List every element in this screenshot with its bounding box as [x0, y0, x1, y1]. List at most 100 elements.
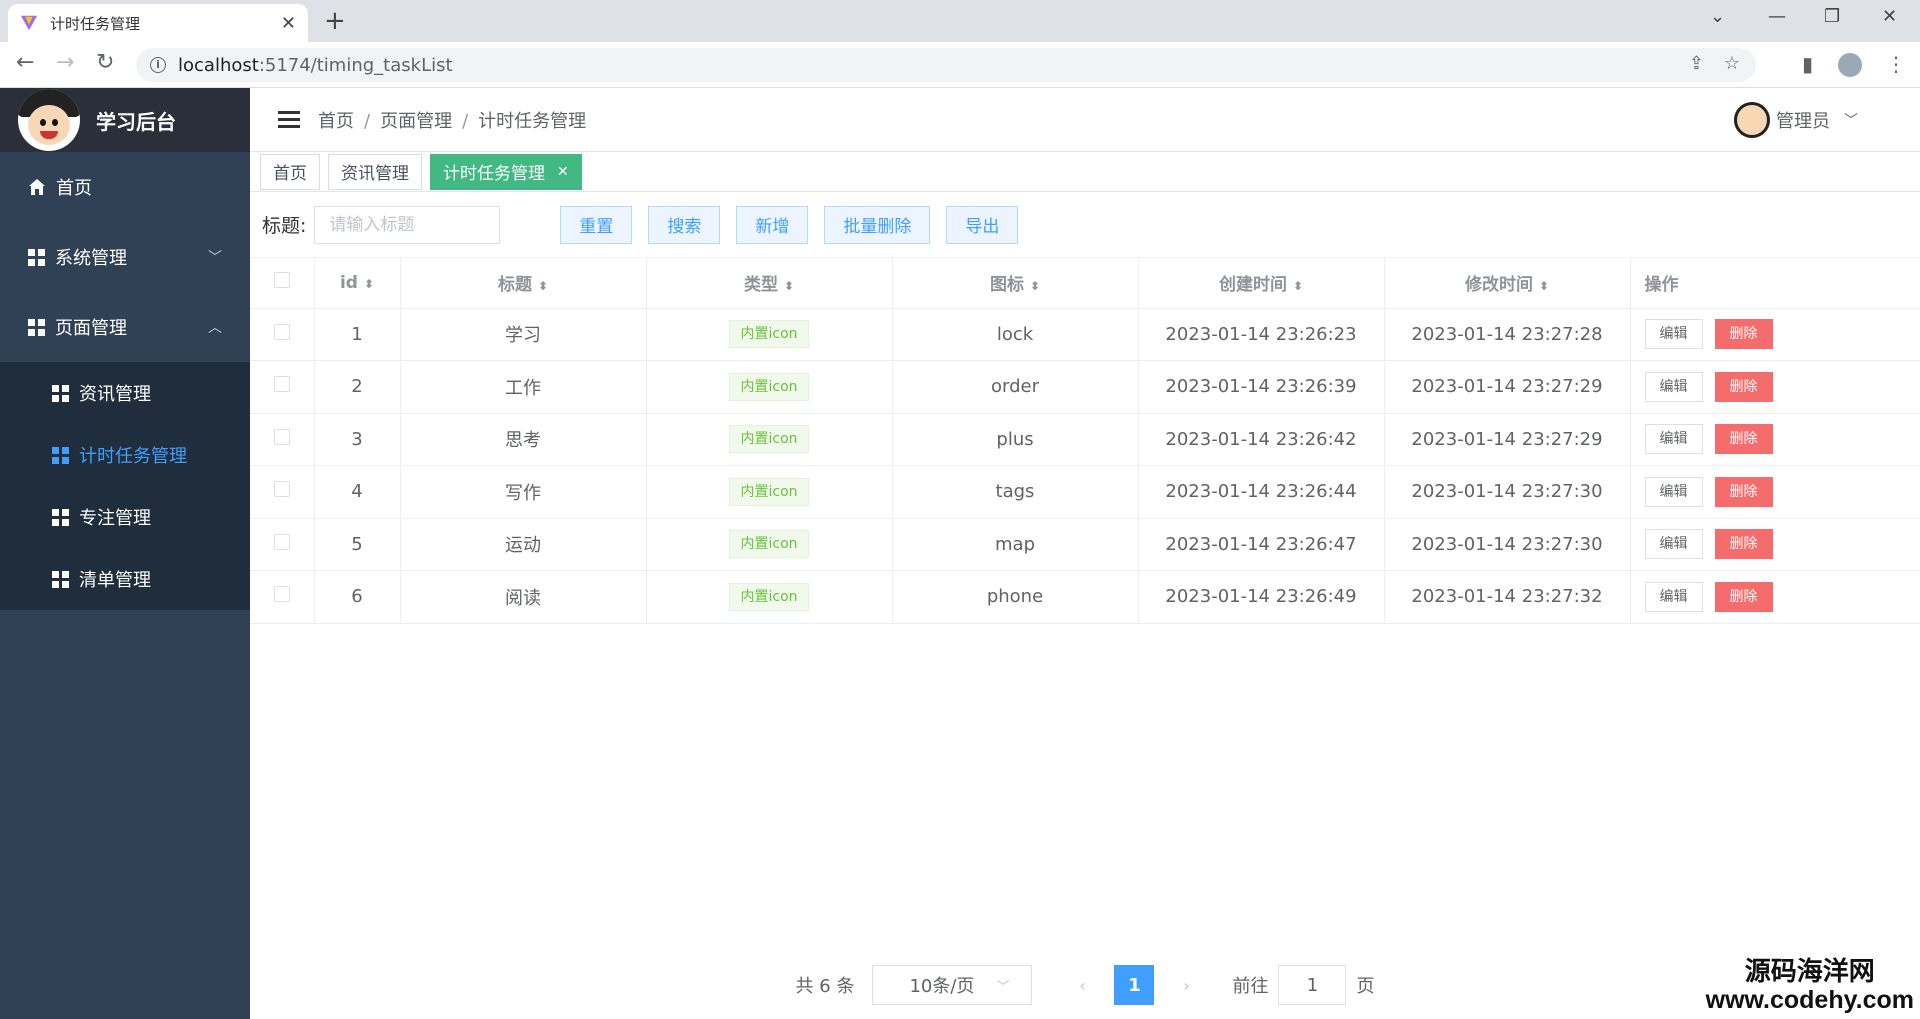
column-header-title[interactable]: 标题 ⬍ — [400, 258, 647, 309]
grid-icon — [28, 318, 45, 336]
column-header-id[interactable]: id ⬍ — [314, 258, 401, 309]
minimize-icon[interactable]: — — [1768, 6, 1786, 27]
restore-icon[interactable]: ❐ — [1824, 6, 1840, 27]
type-tag: 内置icon — [729, 477, 809, 506]
batch-delete-button[interactable]: 批量删除 — [824, 205, 931, 244]
sort-icon[interactable]: ⬍ — [1539, 279, 1549, 293]
delete-button[interactable]: 删除 — [1714, 371, 1773, 402]
tag-timing-task[interactable]: 计时任务管理 ✕ — [430, 153, 582, 190]
cell-title: 运动 — [400, 518, 647, 571]
hamburger-icon[interactable] — [278, 107, 300, 132]
cell-id: 3 — [314, 413, 401, 466]
grid-icon — [28, 248, 45, 266]
delete-button[interactable]: 删除 — [1714, 581, 1773, 612]
page-number-current[interactable]: 1 — [1114, 965, 1155, 1005]
sidebar-subitem-news[interactable]: 资讯管理 — [0, 362, 250, 424]
page-size-value: 10条/页 — [909, 976, 975, 997]
url-host: localhost — [178, 54, 259, 76]
column-header-icon[interactable]: 图标 ⬍ — [892, 258, 1139, 309]
pagination-total: 共 6 条 — [795, 976, 855, 997]
row-checkbox[interactable] — [273, 428, 290, 445]
bookmark-star-icon[interactable]: ☆ — [1724, 53, 1740, 74]
title-label: 标题: — [262, 215, 307, 237]
watermark-en: www.codehy.com — [1705, 985, 1914, 1014]
title-search-input[interactable] — [314, 205, 501, 244]
select-all-checkbox[interactable] — [273, 272, 290, 289]
delete-button[interactable]: 删除 — [1714, 424, 1773, 455]
sidebar-subitem-label: 资讯管理 — [79, 384, 151, 405]
url-field[interactable]: i localhost:5174/timing_taskList ⇪ ☆ — [136, 48, 1756, 82]
column-header-modified[interactable]: 修改时间 ⬍ — [1384, 258, 1631, 309]
sidebar-item-system[interactable]: 系统管理 ﹀ — [0, 222, 250, 292]
select-all-cell — [250, 258, 315, 309]
goto-page-input[interactable] — [1278, 965, 1347, 1005]
edit-button[interactable]: 编辑 — [1644, 529, 1703, 560]
browser-menu-icon[interactable]: ⋮ — [1886, 52, 1906, 76]
cell-created: 2023-01-14 23:26:42 — [1138, 413, 1385, 466]
add-button[interactable]: 新增 — [736, 205, 809, 244]
row-checkbox[interactable] — [273, 533, 290, 550]
share-icon[interactable]: ⇪ — [1689, 53, 1704, 74]
back-icon[interactable]: ← — [16, 50, 34, 75]
page-size-select[interactable]: 10条/页 ﹀ — [872, 965, 1033, 1005]
search-button[interactable]: 搜索 — [648, 205, 721, 244]
row-checkbox[interactable] — [273, 323, 290, 340]
sidebar-subitem-label: 清单管理 — [79, 570, 151, 591]
reset-button[interactable]: 重置 — [560, 205, 633, 244]
delete-button[interactable]: 删除 — [1714, 476, 1773, 507]
export-button[interactable]: 导出 — [946, 205, 1019, 244]
edit-button[interactable]: 编辑 — [1644, 319, 1703, 350]
row-checkbox[interactable] — [273, 586, 290, 603]
sidebar-subitem-timing-task[interactable]: 计时任务管理 — [0, 424, 250, 486]
logo: 学习后台 — [0, 88, 250, 152]
edit-button[interactable]: 编辑 — [1644, 581, 1703, 612]
task-table: id ⬍ 标题 ⬍ 类型 ⬍ 图标 ⬍ 创建时间 ⬍ 修改时间 ⬍ 操作 1 学习 内置ic… — [250, 258, 1920, 624]
tag-home[interactable]: 首页 — [260, 153, 320, 190]
cell-created: 2023-01-14 23:26:39 — [1138, 360, 1385, 414]
side-panel-icon[interactable]: ▮ — [1802, 52, 1813, 76]
sort-icon[interactable]: ⬍ — [538, 279, 548, 293]
edit-button[interactable]: 编辑 — [1644, 476, 1703, 507]
user-menu[interactable]: 管理员 ﹀ — [1734, 102, 1858, 138]
cell-icon: order — [892, 360, 1139, 414]
next-page-icon[interactable]: › — [1166, 976, 1206, 995]
close-icon[interactable]: ✕ — [557, 164, 569, 180]
browser-tab[interactable]: 计时任务管理 ✕ — [8, 4, 308, 42]
grid-icon — [52, 446, 69, 464]
cell-id: 2 — [314, 360, 401, 414]
table-row: 5 运动 内置icon map 2023-01-14 23:26:47 2023… — [250, 518, 1920, 571]
site-info-icon[interactable]: i — [150, 57, 166, 73]
column-header-created[interactable]: 创建时间 ⬍ — [1138, 258, 1385, 309]
breadcrumb-pages: 页面管理 — [380, 110, 453, 132]
grid-icon — [52, 384, 69, 402]
row-checkbox[interactable] — [273, 376, 290, 393]
chevron-down-icon: ﹀ — [1844, 113, 1858, 129]
close-tab-icon[interactable]: ✕ — [281, 13, 296, 34]
prev-page-icon[interactable]: ‹ — [1062, 976, 1102, 995]
cell-icon: map — [892, 518, 1139, 571]
row-checkbox[interactable] — [273, 481, 290, 498]
edit-button[interactable]: 编辑 — [1644, 424, 1703, 455]
sort-icon[interactable]: ⬍ — [364, 277, 374, 291]
breadcrumb-home[interactable]: 首页 — [318, 111, 354, 132]
app-name: 学习后台 — [96, 109, 176, 134]
tab-search-icon[interactable]: ⌄ — [1710, 6, 1725, 27]
close-window-icon[interactable]: ✕ — [1882, 6, 1897, 27]
forward-icon[interactable]: → — [56, 50, 74, 75]
sidebar-subitem-focus[interactable]: 专注管理 — [0, 486, 250, 548]
sidebar-subitem-checklist[interactable]: 清单管理 — [0, 548, 250, 610]
sort-icon[interactable]: ⬍ — [784, 279, 794, 293]
column-header-type[interactable]: 类型 ⬍ — [646, 258, 893, 309]
sort-icon[interactable]: ⬍ — [1293, 279, 1303, 293]
sidebar-item-pages[interactable]: 页面管理 ︿ — [0, 292, 250, 362]
edit-button[interactable]: 编辑 — [1644, 371, 1703, 402]
sort-icon[interactable]: ⬍ — [1030, 279, 1040, 293]
new-tab-icon[interactable]: + — [324, 6, 346, 36]
profile-avatar[interactable] — [1838, 53, 1862, 77]
delete-button[interactable]: 删除 — [1714, 319, 1773, 350]
tag-news[interactable]: 资讯管理 — [328, 153, 422, 190]
reload-icon[interactable]: ↻ — [96, 50, 114, 75]
tag-label: 资讯管理 — [341, 164, 409, 184]
delete-button[interactable]: 删除 — [1714, 529, 1773, 560]
sidebar-item-home[interactable]: 首页 — [0, 152, 250, 222]
